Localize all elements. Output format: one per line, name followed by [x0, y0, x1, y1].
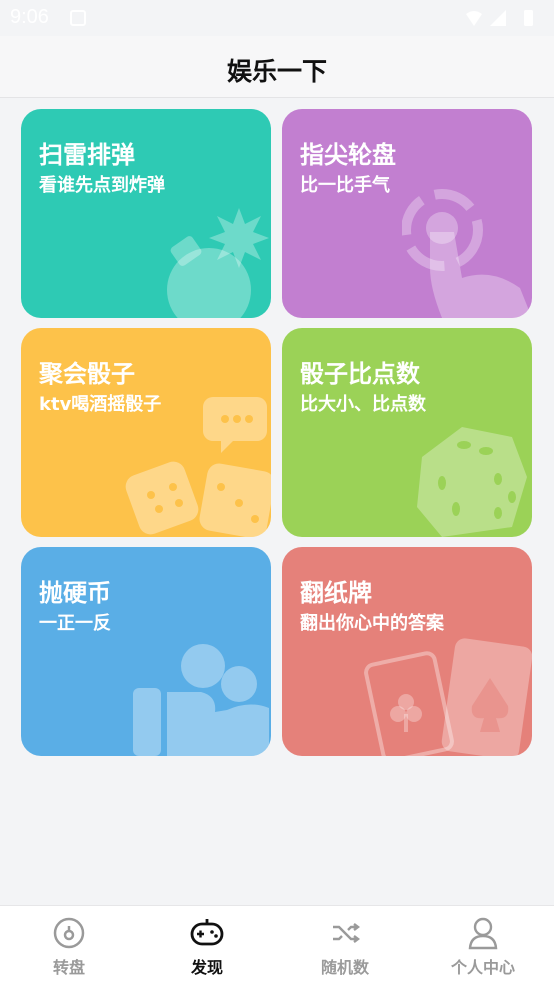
- playing-cards-icon: [364, 638, 532, 756]
- card-title: 聚会骰子: [39, 360, 135, 388]
- game-card-flip-card[interactable]: 翻纸牌 翻出你心中的答案: [282, 547, 532, 756]
- game-card-dice-compare[interactable]: 骰子比点数 比大小、比点数: [282, 328, 532, 537]
- tab-profile[interactable]: 个人中心: [414, 906, 552, 984]
- tab-label: 随机数: [320, 958, 369, 977]
- tab-label: 个人中心: [450, 958, 515, 977]
- card-subtitle: 比大小、比点数: [300, 394, 426, 415]
- dice-chat-icon: [125, 397, 271, 537]
- card-subtitle: 看谁先点到炸弹: [39, 175, 165, 196]
- app-header: 娱乐一下: [0, 36, 554, 98]
- card-title: 翻纸牌: [300, 579, 372, 607]
- tab-turntable[interactable]: 转盘: [0, 906, 138, 984]
- game-card-finger-roulette[interactable]: 指尖轮盘 比一比手气: [282, 109, 532, 318]
- bottom-tab-bar: 转盘 发现 随机数 个人中心: [0, 905, 554, 984]
- person-icon: [468, 917, 498, 950]
- finger-tap-icon: [402, 189, 532, 318]
- page-title: 娱乐一下: [226, 57, 327, 86]
- dice-icon: [417, 427, 527, 537]
- tab-label: 转盘: [52, 958, 85, 977]
- card-subtitle: 翻出你心中的答案: [300, 613, 444, 634]
- game-card-party-dice[interactable]: 聚会骰子 ktv喝酒摇骰子: [21, 328, 271, 537]
- card-title: 扫雷排弹: [39, 141, 135, 169]
- bomb-icon: [167, 208, 269, 318]
- tab-discover[interactable]: 发现: [138, 906, 276, 984]
- coin-hand-icon: [133, 644, 269, 756]
- shuffle-icon: [333, 923, 360, 943]
- card-subtitle: 比一比手气: [300, 175, 390, 196]
- status-indicators-icon: [466, 10, 533, 26]
- turntable-icon: [53, 917, 85, 949]
- tab-label: 发现: [190, 958, 223, 977]
- card-title: 指尖轮盘: [300, 141, 396, 169]
- card-title: 抛硬币: [39, 579, 111, 607]
- status-bar: 9:06: [0, 0, 554, 36]
- game-card-minesweeper[interactable]: 扫雷排弹 看谁先点到炸弹: [21, 109, 271, 318]
- tab-random-number[interactable]: 随机数: [276, 906, 414, 984]
- notification-icon: [70, 10, 86, 26]
- status-time: 9:06: [10, 6, 49, 28]
- game-card-coin-toss[interactable]: 抛硬币 一正一反: [21, 547, 271, 756]
- card-title: 骰子比点数: [300, 360, 420, 388]
- card-subtitle: 一正一反: [39, 613, 111, 634]
- gamepad-icon: [190, 919, 224, 946]
